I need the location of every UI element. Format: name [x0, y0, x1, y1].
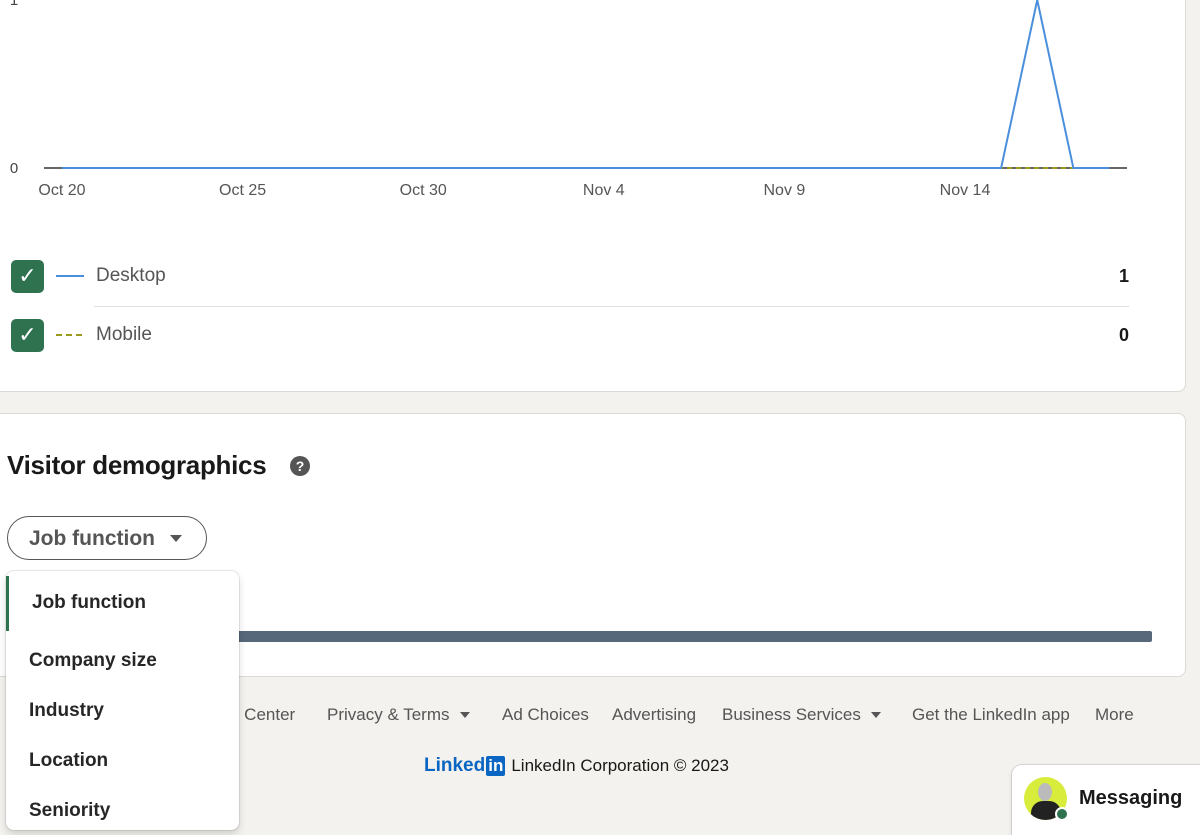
copyright-text: LinkedIn Corporation © 2023: [511, 756, 729, 775]
footer-link-help-center[interactable]: p Center: [230, 705, 295, 725]
legend-label: Desktop: [96, 265, 166, 286]
legend-total: 1: [1118, 265, 1129, 286]
x-tick-label: Oct 30: [400, 182, 447, 199]
caret-down-icon: [459, 712, 470, 718]
menu-item-seniority[interactable]: Seniority: [6, 781, 239, 831]
desktop-swatch: [56, 275, 84, 277]
copyright: Linked in LinkedIn Corporation © 2023: [424, 755, 729, 777]
legend-label: Mobile: [96, 324, 152, 345]
x-tick-label: Oct 25: [219, 182, 266, 199]
footer-link-advertising[interactable]: Advertising: [612, 705, 696, 725]
footer-link-more[interactable]: More: [1095, 705, 1134, 725]
demographic-bar: [230, 631, 1152, 642]
series-line-desktop: [62, 0, 1110, 169]
x-tick-label: Nov 14: [940, 182, 991, 199]
footer-link-business[interactable]: Business Services: [722, 705, 881, 725]
legend-desktop[interactable]: ✓ Desktop 1: [11, 259, 1129, 293]
messaging-bar[interactable]: Messaging: [1012, 765, 1200, 835]
mobile-swatch: [56, 334, 84, 336]
x-tick-label: Nov 9: [764, 182, 806, 199]
y-tick-label: 1: [10, 0, 18, 9]
caret-down-icon: [870, 712, 881, 718]
line-chart: 0 1 Oct 20 Oct 25 Oct 30 Nov 4 Nov 9 Nov 14: [10, 0, 1127, 199]
legend-mobile[interactable]: ✓ Mobile 0: [11, 318, 1129, 352]
demographics-dropdown[interactable]: Job function: [7, 516, 207, 560]
divider: [94, 306, 1129, 307]
footer-link-ad-choices[interactable]: Ad Choices: [502, 705, 589, 725]
dropdown-menu: Job function Company size Industry Locat…: [6, 571, 239, 830]
menu-item-company-size[interactable]: Company size: [6, 631, 239, 681]
online-status-icon: [1055, 807, 1069, 821]
messaging-label: Messaging: [1079, 787, 1183, 809]
menu-item-job-function[interactable]: Job function: [6, 576, 239, 631]
checkbox-desktop[interactable]: ✓: [11, 259, 44, 293]
checkbox-mobile[interactable]: ✓: [11, 318, 44, 352]
caret-down-icon: [170, 535, 182, 542]
footer-link-app[interactable]: Get the LinkedIn app: [912, 705, 1070, 725]
linkedin-logo: Linked in: [424, 755, 506, 776]
help-icon[interactable]: ?: [290, 456, 310, 476]
y-tick-label: 0: [10, 160, 18, 177]
menu-item-industry[interactable]: Industry: [6, 681, 239, 731]
x-tick-label: Nov 4: [583, 182, 625, 199]
dropdown-value: Job function: [29, 527, 155, 550]
legend-total: 0: [1118, 324, 1129, 345]
x-tick-label: Oct 20: [38, 182, 85, 199]
section-title: Visitor demographics: [7, 450, 267, 480]
footer-link-privacy[interactable]: Privacy & Terms: [327, 705, 470, 725]
menu-item-location[interactable]: Location: [6, 731, 239, 781]
